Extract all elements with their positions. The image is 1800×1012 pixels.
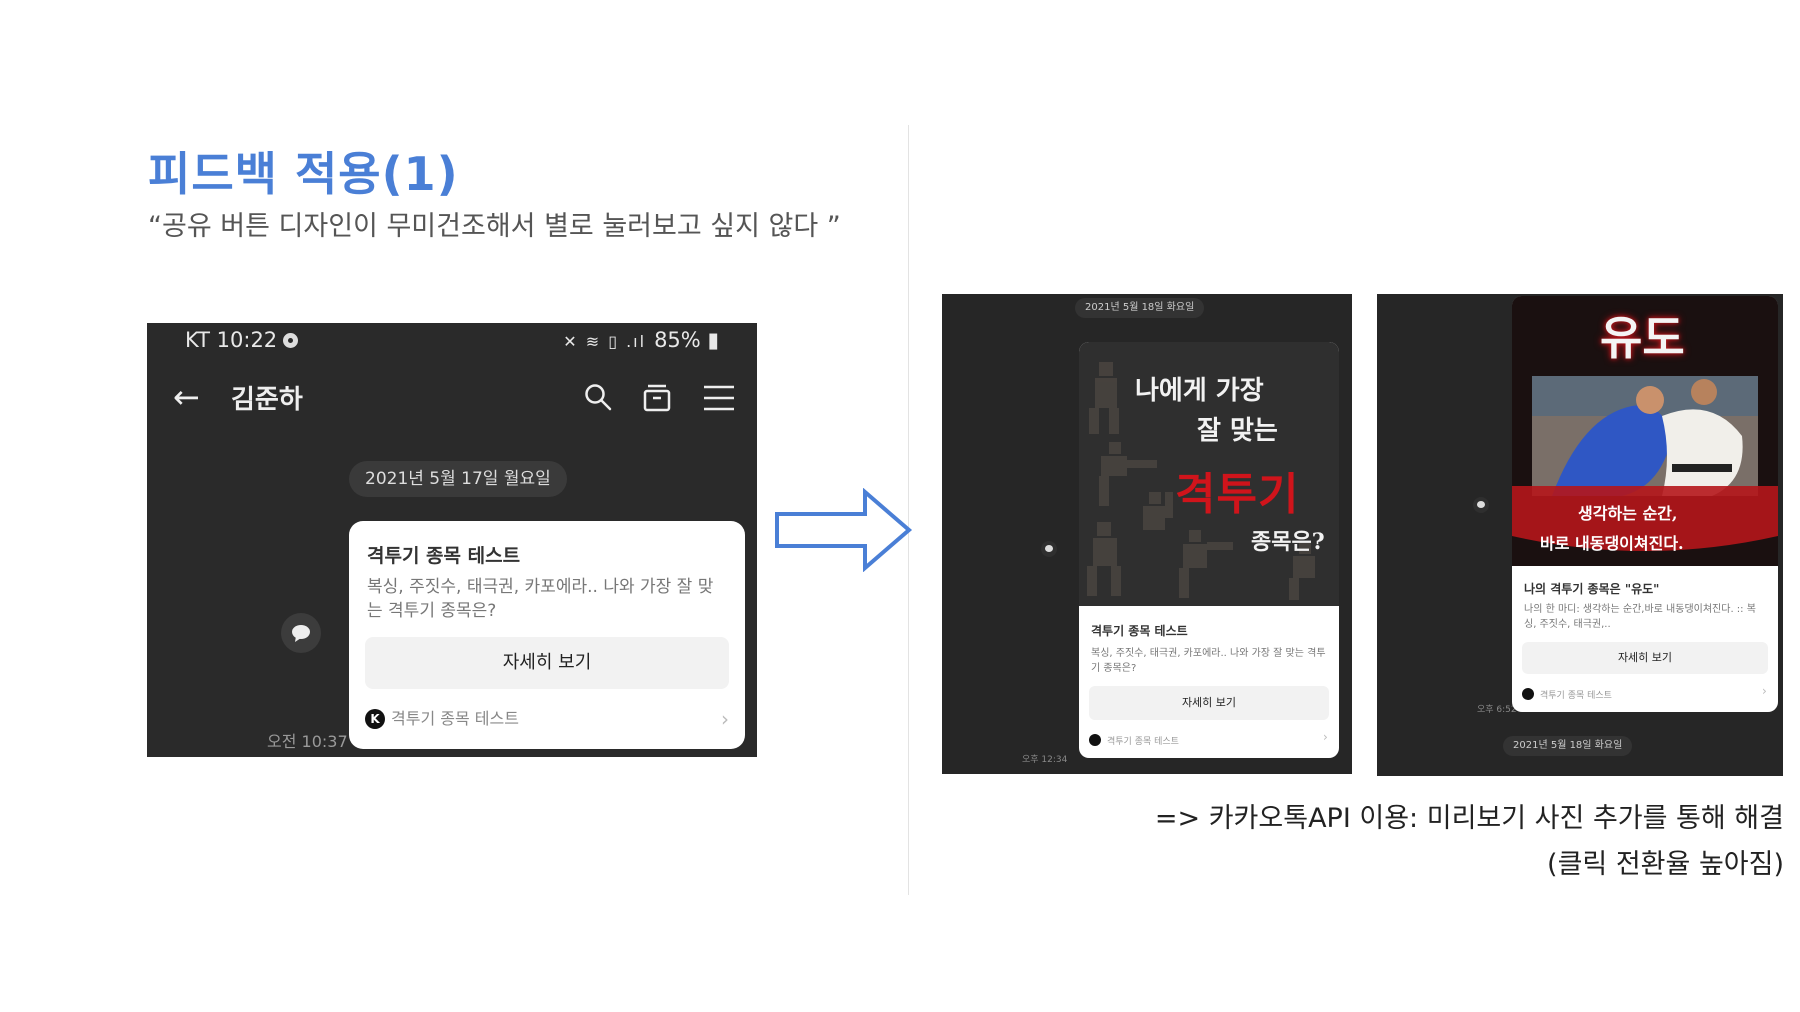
message-time: 오전 10:37 — [267, 732, 348, 751]
chevron-right-icon: › — [1323, 730, 1328, 744]
share-card-with-image[interactable]: 유도 생각하는 순간, 바로 내동댕이쳐진다. 나의 격투기 종목은 "유도" … — [1512, 296, 1778, 712]
feedback-quote: “공유 버튼 디자인이 무미건조해서 별로 눌러보고 싶지 않다 ” — [148, 211, 841, 242]
before-screenshot: KT 10:22 ✕ ≋ ▯ .ıl 85% ▮ ← 김준하 2021년 5월 1… — [147, 323, 757, 757]
card-title: 격투기 종목 테스트 — [367, 545, 521, 567]
card-footer-label: 격투기 종목 테스트 — [391, 709, 519, 728]
card-description: 복싱, 주짓수, 태극권, 카포에라.. 나와 가장 잘 맞는 격투기 종목은? — [1091, 648, 1326, 674]
sender-avatar[interactable] — [1041, 541, 1057, 557]
battery-level: 85% — [654, 328, 701, 352]
card-title: 격투기 종목 테스트 — [1091, 624, 1188, 638]
app-logo-icon — [1522, 688, 1534, 700]
after-screenshot-2: 오후 6:52 2021년 5월 18일 화요일 유도 생각하는 순간, 바로 … — [1377, 294, 1783, 776]
speech-bubble-icon — [292, 625, 310, 642]
date-chip: 2021년 5월 18일 화요일 — [1075, 298, 1205, 318]
chevron-right-icon: › — [1762, 684, 1767, 698]
date-chip: 2021년 5월 18일 화요일 — [1503, 736, 1633, 756]
back-arrow-icon[interactable]: ← — [173, 377, 200, 417]
preview-image: 나에게 가장 잘 맞는 격투기 종목은? — [1079, 342, 1339, 606]
chevron-right-icon: › — [721, 707, 729, 731]
message-time: 오후 12:34 — [1022, 755, 1068, 765]
slide-title: 피드백 적용(1) — [148, 147, 459, 201]
mute-wifi-signal-icons: ✕ ≋ ▯ .ıl — [563, 332, 647, 351]
sync-icon — [283, 333, 299, 348]
chat-app-bar: ← 김준하 — [147, 359, 757, 437]
app-logo-icon: K — [365, 709, 385, 729]
app-logo-icon — [1089, 734, 1101, 746]
card-footer-label: 격투기 종목 테스트 — [1540, 691, 1612, 701]
card-description: 나의 한 마디: 생각하는 순간,바로 내동댕이쳐진다. :: 복싱, 주짓수,… — [1524, 604, 1756, 630]
image-text-line: 나에게 가장 — [1135, 376, 1264, 406]
sender-avatar[interactable] — [281, 613, 321, 653]
image-text-highlight: 격투기 — [1175, 469, 1300, 520]
message-time: 오후 6:52 — [1477, 705, 1517, 715]
carrier-time: KT 10:22 — [185, 328, 278, 352]
card-footer[interactable]: K 격투기 종목 테스트 › — [365, 707, 729, 735]
search-icon[interactable] — [584, 383, 612, 411]
card-footer-label: 격투기 종목 테스트 — [1107, 737, 1179, 747]
sender-avatar[interactable] — [1473, 497, 1489, 513]
image-text-line: 종목은? — [1251, 529, 1325, 555]
menu-icon[interactable] — [702, 383, 736, 413]
image-text-line: 생각하는 순간, — [1578, 504, 1678, 523]
view-details-button[interactable]: 자세히 보기 — [1522, 642, 1768, 674]
date-chip: 2021년 5월 17일 월요일 — [349, 461, 567, 497]
right-arrow-icon — [775, 488, 913, 572]
chat-room-name: 김준하 — [231, 385, 303, 415]
drawer-icon[interactable] — [642, 383, 672, 413]
share-card[interactable]: 격투기 종목 테스트 복싱, 주짓수, 태극권, 카포에라.. 나와 가장 잘 … — [349, 521, 745, 749]
image-text-line: 잘 맞는 — [1197, 416, 1278, 446]
view-details-button[interactable]: 자세히 보기 — [1089, 686, 1329, 720]
after-screenshot-1: 2021년 5월 18일 화요일 오후 12:34 나에게 가장 잘 맞는 격투… — [942, 294, 1352, 774]
card-description: 복싱, 주짓수, 태극권, 카포에라.. 나와 가장 잘 맞는 격투기 종목은? — [367, 577, 714, 621]
share-card-with-image[interactable]: 나에게 가장 잘 맞는 격투기 종목은? 격투기 종목 테스트 복싱, 주짓수,… — [1079, 342, 1339, 758]
view-details-button[interactable]: 자세히 보기 — [365, 637, 729, 689]
preview-image: 유도 생각하는 순간, 바로 내동댕이쳐진다. — [1512, 296, 1778, 566]
battery-icon: ▮ — [707, 328, 719, 352]
image-text-highlight: 유도 — [1600, 311, 1685, 365]
status-bar: KT 10:22 ✕ ≋ ▯ .ıl 85% ▮ — [147, 323, 757, 359]
conclusion-text: => 카카오톡API 이용: 미리보기 사진 추가를 통해 해결 — [1154, 803, 1784, 834]
image-text-line: 바로 내동댕이쳐진다. — [1540, 534, 1684, 553]
conclusion-note: (클릭 전환율 높아짐) — [1547, 849, 1784, 880]
card-title: 나의 격투기 종목은 "유도" — [1524, 582, 1660, 596]
